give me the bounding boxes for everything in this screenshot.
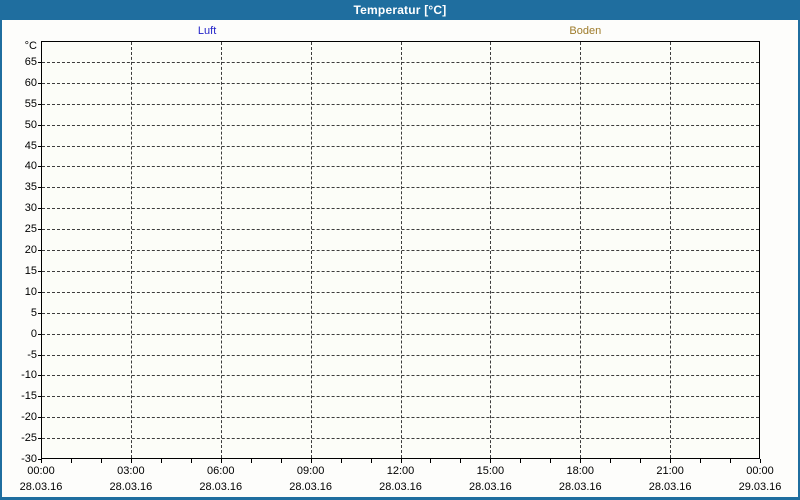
- x-tick-mark: [430, 459, 432, 463]
- y-tick-mark: [38, 250, 41, 251]
- x-tick-mark: [550, 459, 552, 463]
- y-tick-label: 15: [24, 264, 37, 277]
- x-tick-time-label: 06:00: [206, 465, 235, 477]
- y-tick-label: -20: [21, 411, 37, 424]
- x-gridline: [310, 42, 312, 458]
- y-tick-label: 50: [24, 118, 37, 131]
- y-axis-unit-label: °C: [24, 40, 37, 52]
- x-gridline: [490, 42, 492, 458]
- x-tick-mark: [70, 459, 72, 463]
- x-tick-date-label: 28.03.16: [468, 481, 512, 493]
- y-tick-mark: [38, 375, 41, 377]
- y-tick-mark: [38, 229, 41, 231]
- x-tick-time-label: 21:00: [656, 465, 684, 477]
- x-tick-mark: [220, 459, 222, 463]
- y-tick-label: -25: [21, 432, 37, 445]
- y-tick-label: 35: [24, 181, 37, 194]
- x-gridline: [400, 42, 402, 458]
- page-title: Temperatur [°C]: [353, 3, 447, 17]
- y-tick-label: -10: [21, 369, 37, 382]
- x-gridline: [580, 42, 582, 458]
- x-tick-mark: [640, 459, 642, 463]
- y-tick-mark: [38, 312, 41, 314]
- x-tick-mark: [310, 459, 312, 463]
- legend-label-boden: Boden: [569, 25, 602, 37]
- y-tick-mark: [38, 187, 41, 189]
- x-tick-time-label: 09:00: [296, 465, 325, 477]
- y-tick-label: -5: [27, 348, 37, 361]
- y-tick-label: 45: [24, 139, 37, 152]
- x-tick-mark: [400, 459, 402, 463]
- x-tick-time-label: 15:00: [476, 465, 505, 477]
- y-tick-mark: [38, 103, 41, 105]
- x-tick-mark: [100, 459, 102, 463]
- y-tick-mark: [38, 208, 41, 210]
- y-tick-label: 40: [24, 160, 37, 173]
- x-tick-mark: [190, 459, 192, 463]
- y-tick-mark: [38, 417, 41, 419]
- y-tick-label: -15: [21, 390, 37, 403]
- y-tick-mark: [38, 354, 41, 356]
- x-tick-mark: [41, 459, 42, 463]
- y-tick-label: 60: [24, 76, 37, 89]
- x-gridline: [220, 42, 222, 458]
- x-tick-mark: [280, 459, 282, 463]
- y-tick-mark: [38, 61, 41, 63]
- x-tick-mark: [520, 459, 522, 463]
- chart-window: Temperatur [°C] Luft Boden °C 65 60 55 50 45…: [0, 0, 800, 500]
- x-tick-mark: [340, 459, 342, 463]
- y-tick-label: 25: [24, 223, 37, 236]
- y-tick-mark: [38, 166, 41, 168]
- y-tick-label: 30: [24, 202, 37, 215]
- x-tick-mark: [580, 459, 582, 463]
- x-tick-time-label: 03:00: [117, 465, 145, 477]
- x-tick-time-label: 00:00: [27, 465, 55, 477]
- x-tick-date-label: 28.03.16: [19, 481, 63, 493]
- x-tick-mark: [250, 459, 252, 463]
- y-tick-label: 55: [24, 97, 37, 110]
- x-tick-mark: [370, 459, 372, 463]
- x-tick-mark: [460, 459, 462, 463]
- x-tick-time-label: 18:00: [566, 465, 595, 477]
- y-tick-mark: [38, 82, 41, 84]
- legend-label-luft: Luft: [197, 25, 217, 37]
- chart-content: Luft Boden °C 65 60 55 50 45 40 35 30 25 20 15 10 5 0…: [2, 20, 798, 497]
- y-tick-mark: [38, 270, 41, 272]
- x-tick-date-label: 28.03.16: [109, 481, 153, 493]
- y-tick-label: 20: [24, 244, 37, 256]
- y-tick-label: 65: [24, 55, 37, 68]
- x-tick-mark: [130, 459, 132, 463]
- x-tick-date-label: 28.03.16: [289, 481, 333, 493]
- x-tick-mark: [490, 459, 492, 463]
- x-tick-date-label: 28.03.16: [558, 481, 602, 493]
- x-tick-date-label: 28.03.16: [199, 481, 243, 493]
- x-tick-date-label: 29.03.16: [738, 481, 782, 493]
- y-tick-mark: [38, 438, 41, 440]
- x-tick-mark: [670, 459, 672, 463]
- y-tick-mark: [38, 145, 41, 147]
- x-tick-mark: [760, 459, 761, 463]
- window-title-bar[interactable]: Temperatur [°C]: [0, 0, 800, 20]
- y-tick-label: 10: [24, 285, 37, 298]
- x-tick-mark: [730, 459, 732, 463]
- x-gridline: [130, 42, 132, 458]
- x-tick-mark: [610, 459, 612, 463]
- x-tick-time-label: 00:00: [746, 465, 774, 477]
- y-tick-mark: [38, 333, 41, 335]
- y-tick-mark: [38, 396, 41, 398]
- x-tick-date-label: 28.03.16: [648, 481, 692, 493]
- y-tick-mark: [38, 291, 41, 293]
- x-tick-date-label: 28.03.16: [379, 481, 422, 493]
- x-tick-time-label: 12:00: [386, 465, 415, 477]
- x-tick-mark: [160, 459, 162, 463]
- x-tick-mark: [700, 459, 702, 463]
- y-tick-mark: [38, 124, 41, 126]
- x-gridline: [670, 42, 672, 458]
- y-tick-label: 5: [30, 306, 37, 319]
- y-tick-label: 0: [30, 327, 37, 340]
